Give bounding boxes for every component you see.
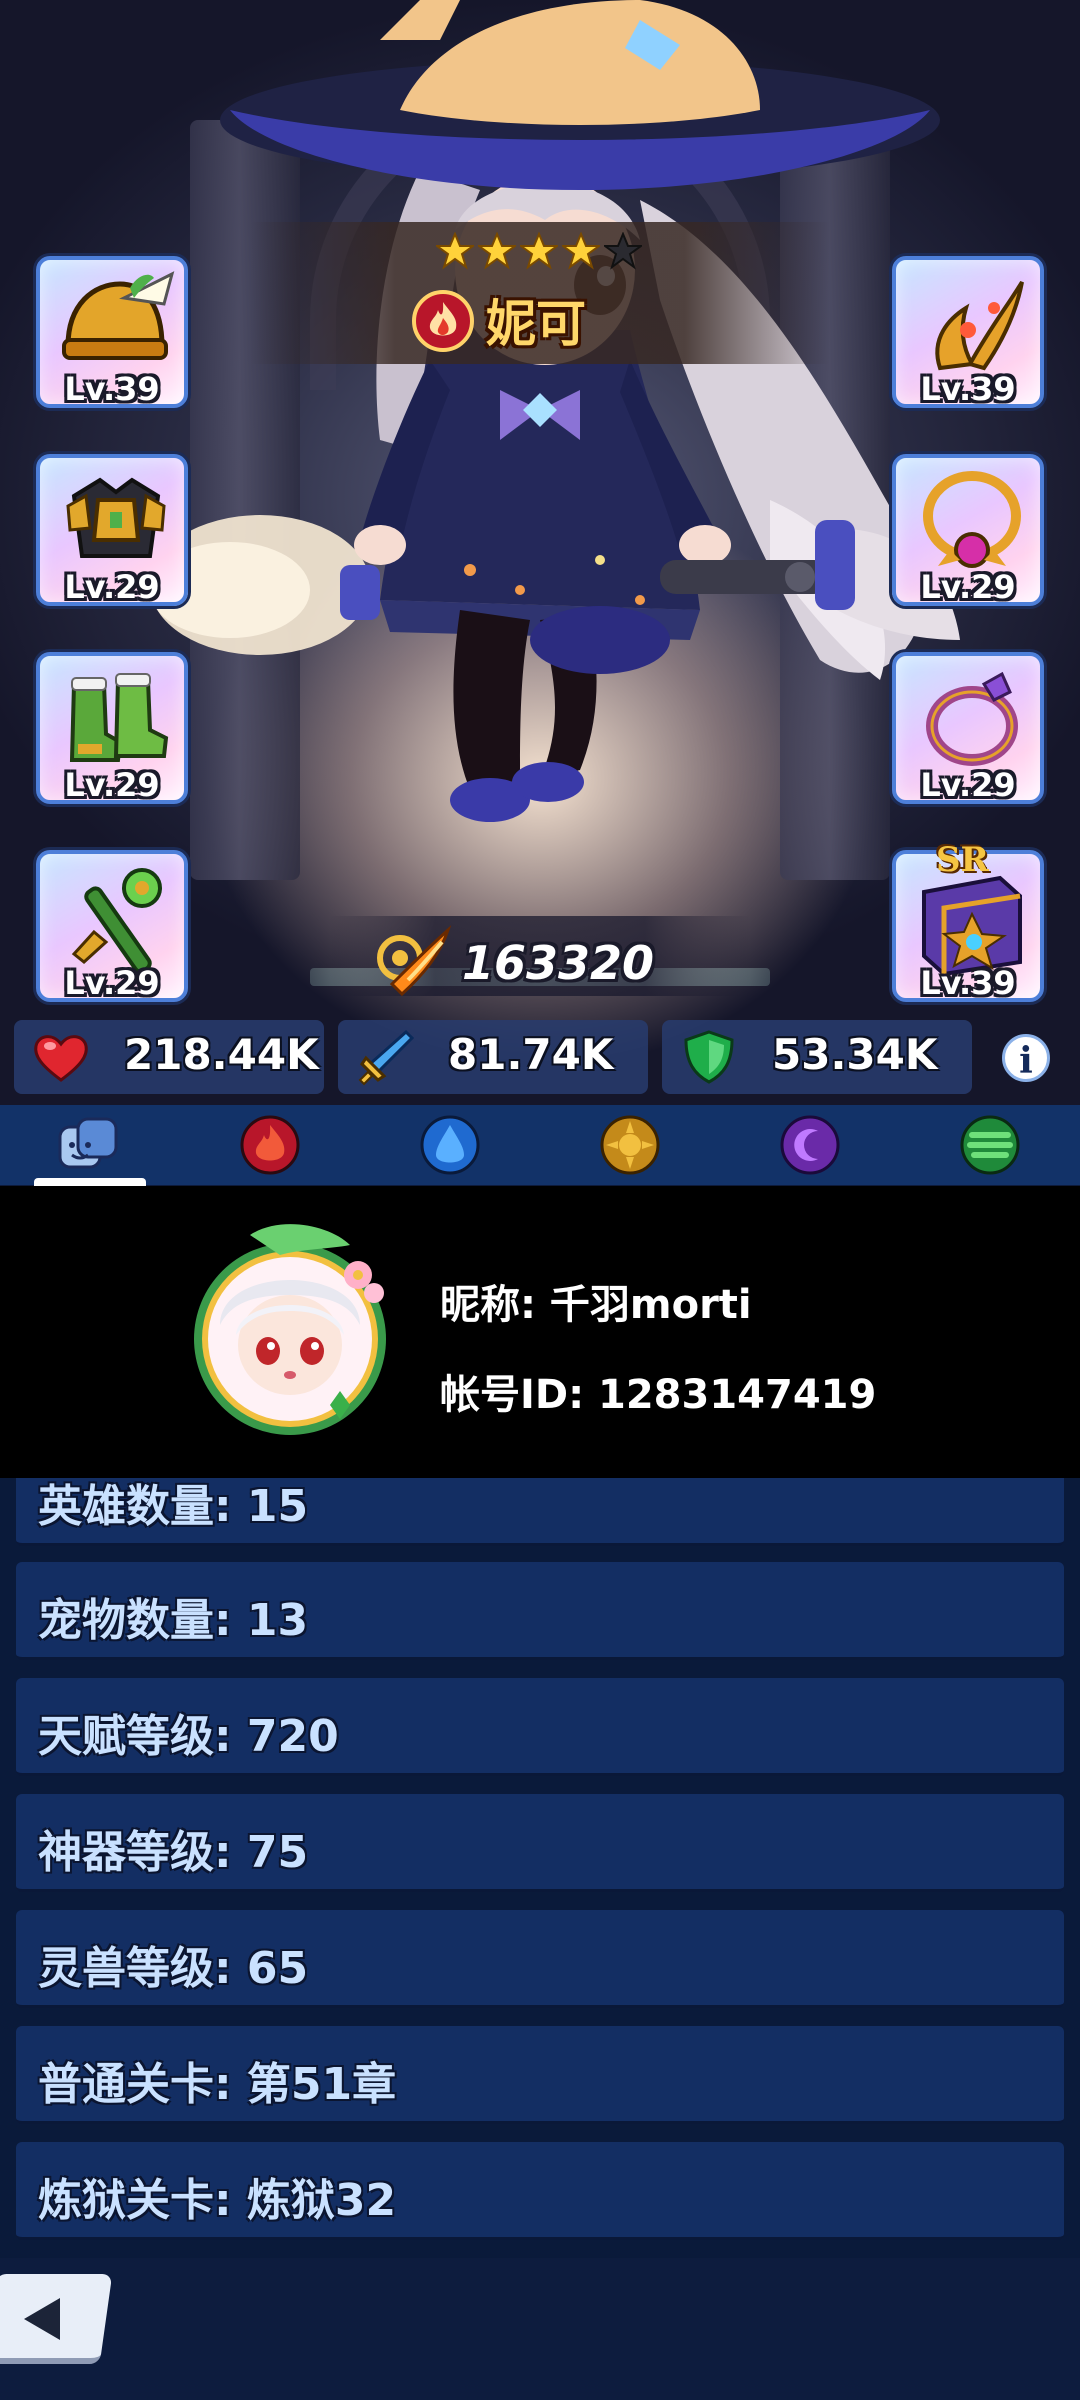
list-item-pet-count: 宠物数量: 13	[16, 1562, 1064, 1660]
star-filled-icon	[478, 232, 516, 270]
equip-level-label: Lv.29	[64, 568, 160, 606]
player-nickname: 昵称: 千羽morti	[440, 1282, 752, 1328]
tab-water-element-icon[interactable]	[418, 1113, 482, 1177]
equip-slot-helmet[interactable]: Lv.39	[36, 256, 188, 408]
bottom-bar	[0, 2258, 1080, 2400]
stat-attack-value: 81.74K	[448, 1030, 614, 1079]
tab-all-hero-face-icon[interactable]	[56, 1113, 120, 1177]
stat-hp: 218.44K	[14, 1020, 324, 1094]
list-item-artifact-level: 神器等级: 75	[16, 1794, 1064, 1892]
list-item-label: 灵兽等级: 65	[38, 1943, 309, 1994]
back-arrow-icon	[24, 2298, 61, 2340]
equip-level-label: Lv.29	[64, 766, 160, 804]
rarity-badge-sr: SR	[936, 840, 989, 880]
helmet-icon	[62, 271, 175, 360]
element-tab-bar	[0, 1105, 1080, 1185]
equip-level-label: Lv.29	[920, 568, 1016, 606]
star-filled-icon	[520, 232, 558, 270]
stat-attack: 81.74K	[338, 1020, 648, 1094]
equip-level-label: Lv.29	[920, 766, 1016, 804]
equip-level-label: Lv.39	[920, 964, 1016, 1002]
star-filled-icon	[562, 232, 600, 270]
player-profile-panel	[0, 1186, 1080, 1478]
ring-icon	[926, 671, 1018, 766]
list-item-talent-level: 天赋等级: 720	[16, 1678, 1064, 1776]
combat-power-value: 163320	[462, 936, 655, 990]
horn-charm-icon	[935, 280, 1024, 371]
hero-scene: 妮可 Lv.39 Lv.29 Lv.29 Lv.29 Lv.39 Lv.29 L…	[0, 0, 1080, 1105]
stat-hp-value: 218.44K	[124, 1030, 319, 1079]
player-avatar[interactable]	[180, 1215, 400, 1447]
info-button[interactable]: i	[1002, 1034, 1050, 1082]
equip-slot-necklace[interactable]: Lv.29	[892, 454, 1044, 606]
equip-slot-boots[interactable]: Lv.29	[36, 652, 188, 804]
equip-slot-accessory[interactable]: Lv.39	[892, 256, 1044, 408]
tab-dark-element-icon[interactable]	[778, 1113, 842, 1177]
selected-tab-indicator	[34, 1178, 146, 1186]
sword-icon	[358, 1029, 414, 1086]
back-button[interactable]	[0, 2274, 113, 2364]
list-item-label: 英雄数量: 15	[38, 1481, 309, 1532]
combat-power-icon	[377, 925, 452, 997]
necklace-icon	[923, 471, 1021, 568]
player-stats-list[interactable]: 英雄数量: 15 宠物数量: 13 天赋等级: 720 神器等级: 75 灵兽等…	[0, 1478, 1080, 2258]
tab-wind-element-icon[interactable]	[958, 1113, 1022, 1177]
list-item-normal-stage: 普通关卡: 第51章	[16, 2026, 1064, 2124]
equip-level-label: Lv.39	[64, 370, 160, 408]
list-item-spirit-beast-level: 灵兽等级: 65	[16, 1910, 1064, 2008]
equip-level-label: Lv.29	[64, 964, 160, 1002]
tab-fire-element-icon[interactable]	[238, 1113, 302, 1177]
equip-slot-book[interactable]: SR Lv.39	[892, 840, 1044, 1002]
tab-light-element-icon[interactable]	[598, 1113, 662, 1177]
armor-icon	[66, 477, 166, 558]
list-item-label: 普通关卡: 第51章	[38, 2059, 397, 2110]
equip-slot-armor[interactable]: Lv.29	[36, 454, 188, 606]
list-item-label: 宠物数量: 13	[38, 1595, 309, 1646]
hero-star-rating	[436, 232, 642, 270]
fire-element-badge-icon	[412, 290, 474, 352]
scepter-icon	[71, 868, 162, 974]
star-empty-icon	[604, 232, 642, 270]
equip-slot-ring[interactable]: Lv.29	[892, 652, 1044, 804]
player-account-id: 帐号ID: 1283147419	[440, 1372, 877, 1418]
list-item-label: 神器等级: 75	[38, 1827, 309, 1878]
stat-defense: 53.34K	[662, 1020, 972, 1094]
stat-defense-value: 53.34K	[772, 1030, 938, 1079]
list-item-hero-count: 英雄数量: 15	[16, 1478, 1064, 1546]
boots-icon	[69, 673, 169, 762]
hero-name: 妮可	[486, 295, 586, 353]
star-filled-icon	[436, 232, 474, 270]
equip-slot-weapon[interactable]: Lv.29	[36, 850, 188, 1002]
shield-icon	[684, 1030, 734, 1084]
heart-icon	[34, 1035, 88, 1082]
equip-level-label: Lv.39	[920, 370, 1016, 408]
list-item-label: 天赋等级: 720	[38, 1711, 339, 1762]
list-item-inferno-stage: 炼狱关卡: 炼狱32	[16, 2142, 1064, 2240]
list-item-label: 炼狱关卡: 炼狱32	[38, 2175, 397, 2226]
